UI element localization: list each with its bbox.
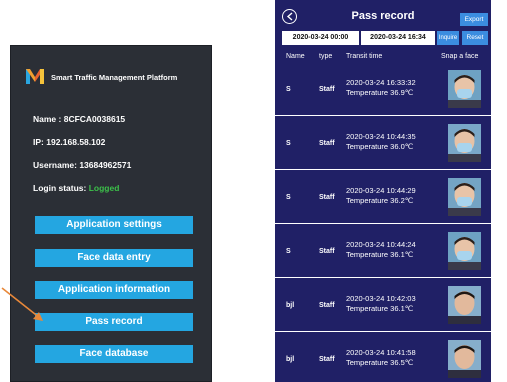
face-snapshot-icon [448, 340, 481, 378]
username-label: Username: [33, 160, 80, 170]
record-timestamp: 2020-03-24 10:42:03 [346, 294, 416, 303]
record-type: Staff [319, 140, 335, 147]
record-name: S [286, 194, 291, 201]
record-timestamp: 2020-03-24 10:44:24 [346, 240, 416, 249]
record-temperature: Temperature 36.5℃ [346, 358, 414, 367]
record-type: Staff [319, 302, 335, 309]
record-type: Staff [319, 248, 335, 255]
record-temperature: Temperature 36.1℃ [346, 250, 414, 259]
face-snapshot-icon [448, 286, 481, 324]
screen-title: Pass record [351, 10, 415, 22]
face-snapshot-icon [448, 124, 481, 162]
record-time: 2020-03-24 16:33:32 Temperature 36.9℃ [346, 78, 416, 98]
platform-panel: Smart Traffic Management Platform Name :… [10, 45, 212, 382]
record-time: 2020-03-24 10:44:35 Temperature 36.0℃ [346, 132, 416, 152]
end-date-input[interactable]: 2020-03-24 16:34 [361, 31, 435, 45]
face-snapshot-image[interactable] [448, 124, 481, 162]
start-date-input[interactable]: 2020-03-24 00:00 [282, 31, 359, 45]
record-timestamp: 2020-03-24 16:33:32 [346, 78, 416, 87]
record-timestamp: 2020-03-24 10:41:58 [346, 348, 416, 357]
device-name-line: Name : 8CFCA0038615 [33, 114, 125, 124]
column-header-transit-time: Transit time [346, 53, 383, 60]
pass-record-screen: Pass record Export 2020-03-24 00:00 2020… [275, 0, 491, 382]
record-name: S [286, 86, 291, 93]
record-type: Staff [319, 356, 335, 363]
login-status-value: Logged [88, 183, 120, 193]
face-snapshot-icon [448, 70, 481, 108]
column-header-type: type [319, 53, 333, 60]
record-timestamp: 2020-03-24 10:44:35 [346, 132, 416, 141]
login-status-line: Login status: Logged [33, 183, 119, 193]
record-temperature: Temperature 36.1℃ [346, 304, 414, 313]
face-snapshot-image[interactable] [448, 340, 481, 378]
record-time: 2020-03-24 10:44:29 Temperature 36.2℃ [346, 186, 416, 206]
ip-value: 192.168.58.102 [46, 137, 106, 147]
platform-title: Smart Traffic Management Platform [51, 73, 178, 82]
record-type: Staff [319, 86, 335, 93]
record-time: 2020-03-24 10:41:58 Temperature 36.5℃ [346, 348, 416, 368]
face-snapshot-icon [448, 232, 481, 270]
record-time: 2020-03-24 10:44:24 Temperature 36.1℃ [346, 240, 416, 260]
face-snapshot-icon [448, 178, 481, 216]
face-snapshot-image[interactable] [448, 178, 481, 216]
record-type: Staff [319, 194, 335, 201]
column-header-name: Name [286, 53, 305, 60]
record-temperature: Temperature 36.9℃ [346, 88, 414, 97]
record-time: 2020-03-24 10:42:03 Temperature 36.1℃ [346, 294, 416, 314]
record-name: S [286, 248, 291, 255]
record-name: bjl [286, 302, 295, 309]
login-status-label: Login status: [33, 183, 89, 193]
record-timestamp: 2020-03-24 10:44:29 [346, 186, 416, 195]
column-header-snap-face: Snap a face [441, 53, 479, 60]
face-snapshot-image[interactable] [448, 286, 481, 324]
record-name: S [286, 140, 291, 147]
screen-header: Pass record Export [275, 0, 491, 30]
page: Smart Traffic Management Platform Name :… [0, 0, 507, 382]
record-row[interactable]: S Staff 2020-03-24 16:33:32 Temperature … [275, 63, 491, 116]
record-row[interactable]: bjl Staff 2020-03-24 10:41:58 Temperatur… [275, 333, 491, 382]
record-row[interactable]: S Staff 2020-03-24 10:44:35 Temperature … [275, 117, 491, 170]
username-value: 13684962571 [79, 160, 132, 170]
application-settings-button[interactable]: Application settings [35, 216, 193, 234]
inquire-button[interactable]: Inquire [437, 31, 459, 45]
username-line: Username: 13684962571 [33, 160, 131, 170]
name-value: 8CFCA0038615 [63, 114, 126, 124]
face-snapshot-image[interactable] [448, 232, 481, 270]
ip-line: IP: 192.168.58.102 [33, 137, 105, 147]
name-label: Name : [33, 114, 64, 124]
ip-label: IP: [33, 137, 47, 147]
record-temperature: Temperature 36.2℃ [346, 196, 414, 205]
reset-button[interactable]: Reset [462, 31, 488, 45]
face-database-button[interactable]: Face database [35, 345, 193, 363]
m-logo-icon [26, 69, 44, 84]
record-row[interactable]: bjl Staff 2020-03-24 10:42:03 Temperatur… [275, 279, 491, 332]
record-row[interactable]: S Staff 2020-03-24 10:44:29 Temperature … [275, 171, 491, 224]
face-snapshot-image[interactable] [448, 70, 481, 108]
record-temperature: Temperature 36.0℃ [346, 142, 414, 151]
face-data-entry-button[interactable]: Face data entry [35, 249, 193, 267]
pointer-arrow-icon [1, 287, 43, 321]
record-name: bjl [286, 356, 295, 363]
export-button[interactable]: Export [460, 13, 488, 26]
record-row[interactable]: S Staff 2020-03-24 10:44:24 Temperature … [275, 225, 491, 278]
